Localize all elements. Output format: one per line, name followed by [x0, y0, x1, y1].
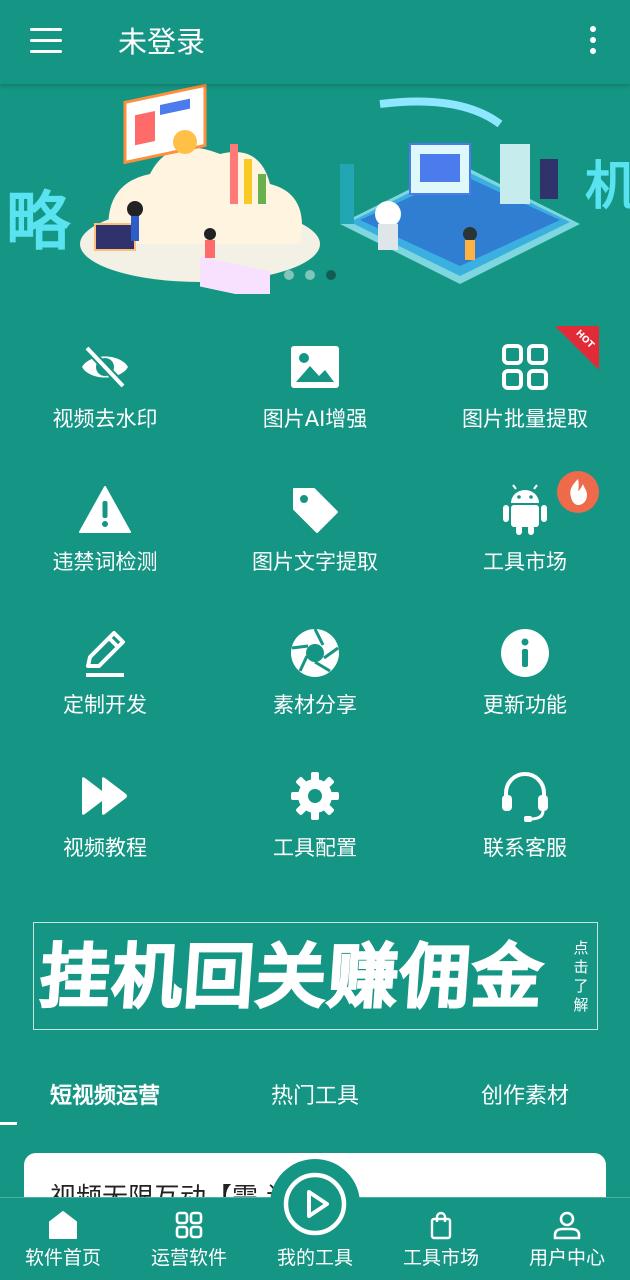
nav-label: 用户中心 — [528, 1247, 605, 1269]
my-tools-fab[interactable] — [270, 1159, 360, 1249]
grid-item-image-ai-enhance[interactable]: 图片AI增强 — [210, 320, 420, 463]
tab-short-video-ops[interactable]: 短视频运营 — [0, 1082, 210, 1112]
warning-icon — [79, 486, 131, 533]
banner-illustration: 略 机 — [6, 84, 630, 294]
nav-label: 软件首页 — [24, 1247, 101, 1269]
hot-badge: HOT — [555, 326, 599, 370]
grid-item-banned-words[interactable]: 违禁词检测 — [0, 463, 210, 606]
menu-icon[interactable] — [30, 28, 62, 54]
nav-label: 工具市场 — [402, 1247, 479, 1269]
headset-icon — [502, 772, 548, 822]
nav-item-user-center[interactable]: 用户中心 — [504, 1198, 630, 1280]
home-icon — [49, 1211, 77, 1239]
grid-item-video-tutorial[interactable]: 视频教程 — [0, 749, 210, 892]
grid-squares-icon — [502, 344, 548, 390]
promo-banner[interactable]: 挂机回关赚佣金 点击了解 — [33, 922, 598, 1030]
carousel-dot-active[interactable] — [326, 270, 336, 280]
android-icon — [503, 484, 547, 535]
aperture-icon — [291, 628, 339, 677]
banner-carousel[interactable]: 略 机 — [0, 84, 630, 294]
content-tabs: 短视频运营 热门工具 创作素材 — [0, 1070, 630, 1126]
image-icon — [291, 346, 339, 388]
grid-item-label: 素材分享 — [273, 693, 357, 717]
gear-icon — [291, 772, 339, 820]
grid-item-label: 图片AI增强 — [262, 407, 368, 431]
app-bar: 未登录 — [0, 0, 630, 84]
carousel-dot[interactable] — [305, 270, 315, 280]
more-options-icon[interactable] — [583, 26, 603, 58]
grid-item-label: 图片文字提取 — [252, 550, 378, 574]
grid-item-image-text-extract[interactable]: 图片文字提取 — [210, 463, 420, 606]
nav-label: 运营软件 — [150, 1247, 227, 1269]
carousel-dot[interactable] — [284, 270, 294, 280]
grid-item-label: 定制开发 — [63, 693, 147, 717]
edit-pencil-icon — [86, 631, 125, 677]
promo-learn-more[interactable]: 点击了解 — [571, 939, 591, 1015]
grid-item-label: 违禁词检测 — [52, 550, 158, 574]
carousel-indicators — [284, 270, 336, 280]
shopping-bag-icon — [430, 1211, 452, 1240]
grid-icon — [175, 1211, 203, 1239]
svg-text:机: 机 — [585, 157, 630, 217]
grid-item-label: 工具市场 — [483, 550, 567, 574]
grid-item-label: 联系客服 — [483, 836, 567, 860]
nav-item-tool-market[interactable]: 工具市场 — [378, 1198, 504, 1280]
nav-item-ops-software[interactable]: 运营软件 — [126, 1198, 252, 1280]
grid-item-video-watermark[interactable]: 视频去水印 — [0, 320, 210, 463]
flame-icon — [570, 479, 587, 505]
fire-badge — [557, 471, 599, 513]
nav-item-home[interactable]: 软件首页 — [0, 1198, 126, 1280]
grid-item-update-features[interactable]: 更新功能 — [420, 606, 630, 749]
grid-item-label: 更新功能 — [483, 693, 567, 717]
grid-item-label: 视频去水印 — [52, 407, 158, 431]
fast-forward-icon — [82, 777, 127, 815]
grid-item-tool-config[interactable]: 工具配置 — [210, 749, 420, 892]
play-circle-icon — [283, 1172, 347, 1236]
tag-icon — [293, 488, 338, 533]
info-icon — [501, 629, 549, 677]
grid-item-customer-service[interactable]: 联系客服 — [420, 749, 630, 892]
tab-indicator — [0, 1122, 17, 1125]
user-icon — [553, 1211, 581, 1240]
tab-creative-materials[interactable]: 创作素材 — [420, 1082, 630, 1112]
grid-item-material-share[interactable]: 素材分享 — [210, 606, 420, 749]
promo-title: 挂机回关赚佣金 — [36, 935, 548, 1019]
grid-item-custom-development[interactable]: 定制开发 — [0, 606, 210, 749]
tab-hot-tools[interactable]: 热门工具 — [210, 1082, 420, 1112]
page-title[interactable]: 未登录 — [118, 22, 205, 62]
svg-text:略: 略 — [6, 186, 71, 260]
grid-item-label: 视频教程 — [63, 836, 147, 860]
grid-item-label: 工具配置 — [273, 836, 357, 860]
eye-slash-icon — [82, 345, 128, 389]
grid-item-label: 图片批量提取 — [462, 407, 588, 431]
